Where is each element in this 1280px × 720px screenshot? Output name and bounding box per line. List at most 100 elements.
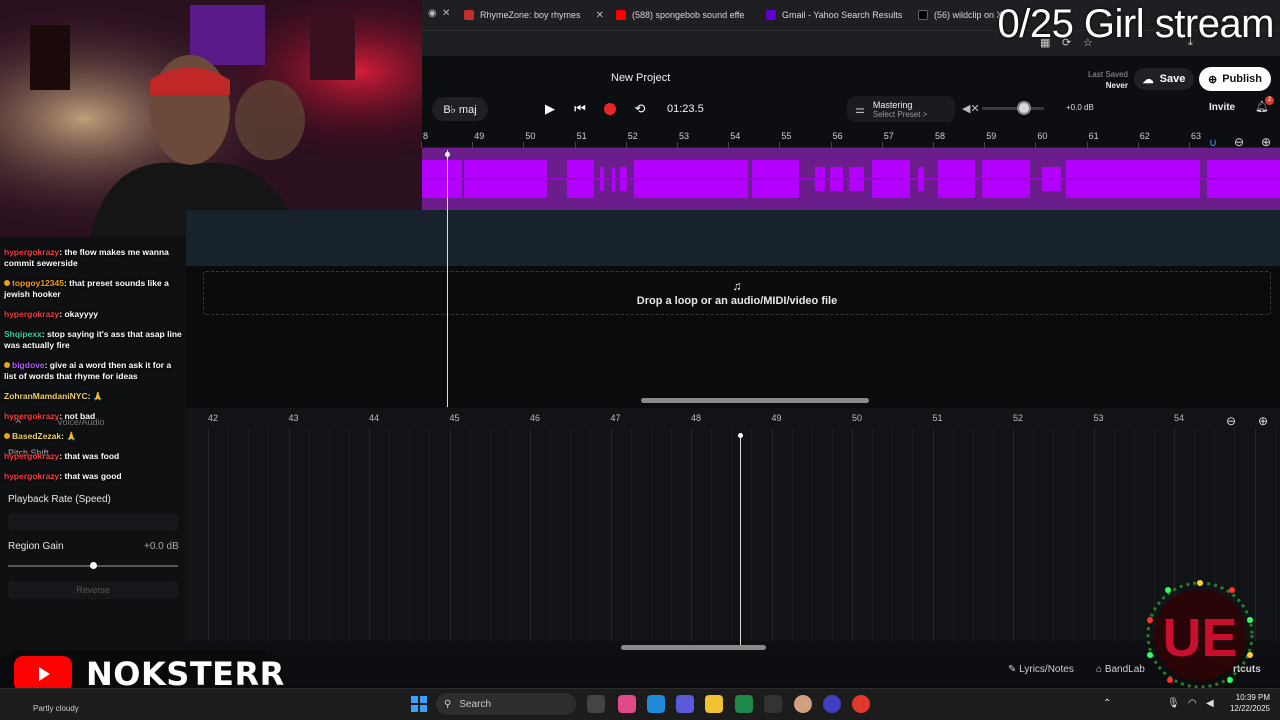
record-button[interactable] xyxy=(597,96,623,122)
timeline-ruler-top[interactable] xyxy=(422,130,1280,148)
globe-icon: ⊕ xyxy=(1208,73,1218,86)
chrome-icon[interactable] xyxy=(852,695,870,713)
chat-text: : that was food xyxy=(59,451,120,461)
tab-close-icon[interactable]: ✕ xyxy=(750,10,752,21)
ruler-bar-number: 62 xyxy=(1139,131,1150,141)
record-icon xyxy=(604,103,616,115)
browser-tab-rhymezone[interactable]: RhymeZone: boy rhymes ✕ xyxy=(464,5,604,25)
chat-badge-icon xyxy=(4,433,10,439)
search-icon: ⚲ xyxy=(444,698,452,710)
chat-message: hypergokrazy: that was food xyxy=(4,451,182,462)
playhead-handle[interactable] xyxy=(445,152,450,157)
zoom-out-icon[interactable]: ⊖ xyxy=(1234,135,1244,149)
yahoo-favicon-icon xyxy=(766,10,776,20)
region-gain-label: Region Gain xyxy=(8,541,64,552)
taskbar-search[interactable]: ⚲ Search xyxy=(436,693,576,715)
chat-badge-icon xyxy=(4,280,10,286)
key-selector-button[interactable]: B♭ maj xyxy=(432,97,488,121)
save-button[interactable]: ☁ Save xyxy=(1134,68,1194,90)
region-editor[interactable] xyxy=(186,408,1280,656)
play-button[interactable]: ▶ xyxy=(537,96,563,122)
chat-username: Shqipexx xyxy=(4,329,42,339)
editor-grid-line xyxy=(228,428,229,641)
chat-username: ZohranMamdaniNYC xyxy=(4,391,88,401)
speaker-icon[interactable]: ◀ xyxy=(1206,698,1214,709)
taskbar-clock[interactable]: 10:39 PM 12/22/2025 xyxy=(1226,692,1270,714)
chat-username: hypergokrazy xyxy=(4,247,60,257)
loop-button[interactable]: ⟲ xyxy=(627,96,653,122)
browser-tab-youtube[interactable]: (588) spongebob sound effe ✕ xyxy=(616,5,752,25)
volume-slider-handle[interactable] xyxy=(1017,101,1031,115)
horizontal-scrollbar[interactable] xyxy=(641,398,869,403)
reverse-button[interactable]: Reverse xyxy=(8,581,178,599)
editor-ruler-bar-number: 47 xyxy=(610,413,621,423)
editor-horizontal-scrollbar[interactable] xyxy=(621,645,766,650)
wifi-icon[interactable]: ◠ xyxy=(1188,698,1197,709)
bandlab-sounds-button[interactable]: ⌂ BandLab xyxy=(1096,664,1145,675)
mastering-preset: Select Preset > xyxy=(872,109,928,119)
app-icon-2[interactable] xyxy=(794,695,812,713)
drop-zone[interactable]: ♫ Drop a loop or an audio/MIDI/video fil… xyxy=(203,271,1271,315)
lyrics-notes-button[interactable]: ✎ Lyrics/Notes xyxy=(1008,664,1074,675)
obs-icon[interactable] xyxy=(823,695,841,713)
chat-username: hypergokrazy xyxy=(4,451,60,461)
project-title[interactable]: New Project xyxy=(611,72,670,84)
editor-grid-line xyxy=(812,428,813,641)
tab-label: RhymeZone: boy rhymes xyxy=(480,10,581,20)
edge-icon[interactable] xyxy=(647,695,665,713)
editor-grid-line xyxy=(912,428,913,641)
master-volume-slider[interactable] xyxy=(982,107,1044,110)
ruler-bar-number: 53 xyxy=(679,131,690,141)
editor-ruler-bar-number: 46 xyxy=(530,413,541,423)
invite-button[interactable]: Invite xyxy=(1209,102,1235,113)
playback-rate-stepper[interactable] xyxy=(8,513,178,531)
chat-text: : 🙏 xyxy=(87,391,104,401)
excel-icon[interactable] xyxy=(735,695,753,713)
tab-close-icon[interactable]: ✕ xyxy=(442,8,450,19)
ruler-bar-number: 50 xyxy=(525,131,536,141)
editor-grid-line xyxy=(289,428,290,641)
rhymezone-favicon-icon xyxy=(464,10,474,20)
editor-grid-line xyxy=(751,428,752,641)
playhead[interactable] xyxy=(447,150,448,407)
tab-close-icon[interactable]: ✕ xyxy=(596,10,604,21)
rewind-button[interactable]: ⏮ xyxy=(567,96,593,122)
windows-start-icon[interactable] xyxy=(411,696,427,712)
microphone-icon[interactable]: 🎙︎ xyxy=(1167,698,1180,709)
chat-username: bigdove xyxy=(12,360,45,370)
copilot-icon[interactable] xyxy=(618,695,636,713)
app-icon[interactable] xyxy=(764,695,782,713)
editor-grid-line xyxy=(248,428,249,641)
zoom-out-icon[interactable]: ⊖ xyxy=(1226,414,1236,428)
editor-grid-line xyxy=(691,428,692,641)
tab-label: (56) wildclip on X xyxy=(934,10,1003,20)
editor-grid-line xyxy=(953,428,954,641)
teams-icon[interactable] xyxy=(676,695,694,713)
audio-waveform xyxy=(422,160,1280,198)
task-view-icon[interactable] xyxy=(587,695,605,713)
stream-overlay-title: 0/25 Girl stream xyxy=(997,2,1274,46)
svg-text:UE: UE xyxy=(1162,608,1237,668)
file-explorer-icon[interactable] xyxy=(705,695,723,713)
zoom-in-icon[interactable]: ⊕ xyxy=(1261,135,1271,149)
tab-settings-icon[interactable]: ◉ xyxy=(428,8,437,19)
mastering-button[interactable]: ⚌ Mastering Select Preset > xyxy=(847,96,955,122)
editor-ruler-bar-number: 42 xyxy=(208,413,219,423)
tray-chevron-icon[interactable]: ⌃ xyxy=(1103,698,1111,709)
region-gain-handle[interactable] xyxy=(90,562,97,569)
speaker-mute-icon[interactable]: ◀✕ xyxy=(962,102,980,115)
browser-tab-gmail[interactable]: Gmail - Yahoo Search Results ✕ xyxy=(766,5,902,25)
empty-track-lane[interactable] xyxy=(186,210,1280,266)
editor-grid-line xyxy=(590,428,591,641)
editor-playhead-handle[interactable] xyxy=(738,433,743,438)
browser-tab-x[interactable]: (56) wildclip on X xyxy=(918,5,1008,25)
publish-button[interactable]: ⊕ Publish xyxy=(1199,67,1271,91)
weather-widget[interactable]: Partly cloudy xyxy=(33,704,79,713)
editor-playhead[interactable] xyxy=(740,436,741,645)
music-note-icon: ♫ xyxy=(732,279,742,293)
mastering-label: Mastering xyxy=(872,99,913,110)
zoom-in-icon[interactable]: ⊕ xyxy=(1258,414,1268,428)
editor-ruler-bar-number: 48 xyxy=(691,413,702,423)
chat-message: hypergokrazy: okayyyy xyxy=(4,309,182,320)
editor-grid-line xyxy=(1013,428,1014,641)
